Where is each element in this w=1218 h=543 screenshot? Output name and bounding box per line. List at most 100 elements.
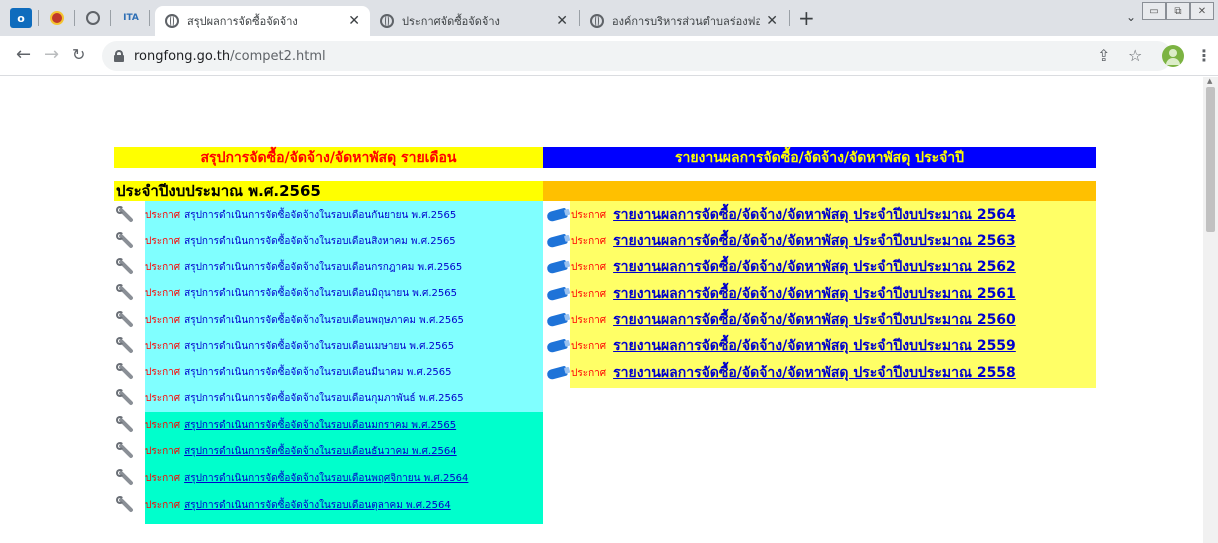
new-tab-button[interactable]: + bbox=[798, 8, 815, 28]
notice-tag: ประกาศ bbox=[571, 340, 607, 352]
wrench-icon bbox=[114, 494, 136, 516]
notice-tag: ประกาศ bbox=[571, 209, 607, 221]
annual-report-header: รายงานผลการจัดซื้อ/จัดจ้าง/จัดหาพัสดุ ปร… bbox=[543, 147, 1096, 168]
pen-icon bbox=[546, 259, 568, 275]
annual-header-bar bbox=[543, 181, 1096, 201]
notice-tag: ประกาศ bbox=[145, 209, 181, 221]
wrench-icon bbox=[114, 256, 136, 278]
close-icon[interactable]: ✕ bbox=[766, 13, 778, 29]
monthly-link[interactable]: สรุปการดำเนินการจัดซื้อจัดจ้างในรอบเดือน… bbox=[184, 498, 451, 513]
share-icon[interactable]: ⇪ bbox=[1097, 46, 1110, 65]
tab-title: องค์การบริหารส่วนตำบลร่องฟอง(ข่าวอ bbox=[612, 15, 761, 28]
tab-procurement-notice[interactable]: ประกาศจัดซื้อจัดจ้าง ✕ bbox=[370, 6, 578, 36]
monthly-link[interactable]: สรุปการดำเนินการจัดซื้อจัดจ้างในรอบเดือน… bbox=[184, 418, 456, 433]
monthly-item[interactable]: ประกาศ สรุปการดำเนินการจัดซื้อจัดจ้างในรอ… bbox=[114, 254, 462, 280]
seal-icon[interactable] bbox=[46, 8, 68, 28]
pen-icon bbox=[546, 338, 568, 354]
back-icon[interactable]: ← bbox=[16, 46, 31, 64]
tab-sao-news[interactable]: องค์การบริหารส่วนตำบลร่องฟอง(ข่าวอ ✕ bbox=[580, 6, 788, 36]
monthly-link[interactable]: สรุปการดำเนินการจัดซื้อจัดจ้างในรอบเดือน… bbox=[184, 391, 463, 406]
forward-icon[interactable]: → bbox=[44, 46, 59, 64]
annual-report-link[interactable]: รายงานผลการจัดซื้อ/จัดจ้าง/จัดหาพัสดุ ปร… bbox=[613, 230, 1016, 252]
maximize-icon[interactable]: ⧉ bbox=[1166, 2, 1190, 20]
tab-search-chevron-icon[interactable]: ⌄ bbox=[1126, 10, 1136, 24]
annual-report-link[interactable]: รายงานผลการจัดซื้อ/จัดจ้าง/จัดหาพัสดุ ปร… bbox=[613, 283, 1016, 305]
annual-report-link[interactable]: รายงานผลการจัดซื้อ/จัดจ้าง/จัดหาพัสดุ ปร… bbox=[613, 362, 1016, 384]
ita-tab-icon[interactable]: ITA bbox=[120, 8, 142, 28]
pen-icon bbox=[546, 286, 568, 302]
monthly-link[interactable]: สรุปการดำเนินการจัดซื้อจัดจ้างในรอบเดือน… bbox=[184, 365, 451, 380]
monthly-item[interactable]: ประกาศ สรุปการดำเนินการจัดซื้อจัดจ้างในรอ… bbox=[114, 202, 456, 228]
notice-tag: ประกาศ bbox=[145, 445, 181, 457]
tab-separator bbox=[110, 10, 111, 26]
notice-tag: ประกาศ bbox=[145, 472, 181, 484]
scroll-up-arrow-icon[interactable]: ▲ bbox=[1207, 77, 1212, 85]
menu-kebab-icon[interactable]: ⋮ bbox=[1196, 46, 1212, 65]
browser-toolbar: ← → ↻ rongfong.go.th/compet2.html ⇪ ☆ ⋮ bbox=[0, 36, 1218, 76]
annual-item[interactable]: ประกาศ รายงานผลการจัดซื้อ/จัดจ้าง/จัดหาพั… bbox=[546, 228, 1016, 254]
pen-icon bbox=[546, 312, 568, 328]
wrench-icon bbox=[114, 361, 136, 383]
minimize-icon[interactable]: ▭ bbox=[1142, 2, 1166, 20]
scrollbar-thumb[interactable] bbox=[1206, 87, 1215, 232]
notice-tag: ประกาศ bbox=[145, 366, 181, 378]
monthly-link[interactable]: สรุปการดำเนินการจัดซื้อจัดจ้างในรอบเดือน… bbox=[184, 208, 456, 223]
monthly-item[interactable]: ประกาศ สรุปการดำเนินการจัดซื้อจัดจ้างในรอ… bbox=[114, 465, 468, 491]
wrench-icon bbox=[114, 204, 136, 226]
wrench-icon bbox=[114, 335, 136, 357]
address-bar[interactable]: rongfong.go.th/compet2.html bbox=[102, 41, 1172, 71]
monthly-item[interactable]: ประกาศ สรุปการดำเนินการจัดซื้อจัดจ้างในรอ… bbox=[114, 228, 456, 254]
annual-item[interactable]: ประกาศ รายงานผลการจัดซื้อ/จัดจ้าง/จัดหาพั… bbox=[546, 254, 1016, 280]
monthly-item[interactable]: ประกาศ สรุปการดำเนินการจัดซื้อจัดจ้างในรอ… bbox=[114, 438, 457, 464]
tab-title: สรุปผลการจัดซื้อจัดจ้าง bbox=[187, 15, 298, 28]
globe-icon[interactable] bbox=[82, 8, 104, 28]
monthly-link[interactable]: สรุปการดำเนินการจัดซื้อจัดจ้างในรอบเดือน… bbox=[184, 260, 462, 275]
monthly-item[interactable]: ประกาศ สรุปการดำเนินการจัดซื้อจัดจ้างในรอ… bbox=[114, 280, 457, 306]
monthly-item[interactable]: ประกาศ สรุปการดำเนินการจัดซื้อจัดจ้างในรอ… bbox=[114, 333, 454, 359]
monthly-item[interactable]: ประกาศ สรุปการดำเนินการจัดซื้อจัดจ้างในรอ… bbox=[114, 412, 456, 438]
monthly-item[interactable]: ประกาศ สรุปการดำเนินการจัดซื้อจัดจ้างในรอ… bbox=[114, 359, 452, 385]
monthly-summary-header: สรุปการจัดซื้อ/จัดจ้าง/จัดหาพัสดุ รายเดื… bbox=[114, 147, 543, 168]
annual-report-link[interactable]: รายงานผลการจัดซื้อ/จัดจ้าง/จัดหาพัสดุ ปร… bbox=[613, 204, 1016, 226]
notice-tag: ประกาศ bbox=[571, 314, 607, 326]
notice-tag: ประกาศ bbox=[145, 419, 181, 431]
annual-item[interactable]: ประกาศ รายงานผลการจัดซื้อ/จัดจ้าง/จัดหาพั… bbox=[546, 333, 1016, 359]
wrench-icon bbox=[114, 467, 136, 489]
notice-tag: ประกาศ bbox=[145, 499, 181, 511]
tab-procurement-summary[interactable]: สรุปผลการจัดซื้อจัดจ้าง ✕ bbox=[155, 6, 370, 36]
annual-item[interactable]: ประกาศ รายงานผลการจัดซื้อ/จัดจ้าง/จัดหาพั… bbox=[546, 202, 1016, 228]
close-window-icon[interactable]: ✕ bbox=[1190, 2, 1214, 20]
globe-icon bbox=[380, 14, 394, 28]
fiscal-year-heading: ประจำปีงบประมาณ พ.ศ.2565 bbox=[114, 181, 543, 201]
bookmark-star-icon[interactable]: ☆ bbox=[1128, 46, 1142, 65]
vertical-scrollbar[interactable]: ▲ bbox=[1203, 77, 1218, 543]
monthly-item[interactable]: ประกาศ สรุปการดำเนินการจัดซื้อจัดจ้างในรอ… bbox=[114, 492, 451, 518]
wrench-icon bbox=[114, 282, 136, 304]
monthly-link[interactable]: สรุปการดำเนินการจัดซื้อจัดจ้างในรอบเดือน… bbox=[184, 234, 456, 249]
annual-report-link[interactable]: รายงานผลการจัดซื้อ/จัดจ้าง/จัดหาพัสดุ ปร… bbox=[613, 256, 1016, 278]
tab-separator bbox=[74, 10, 75, 26]
tab-separator bbox=[38, 10, 39, 26]
annual-report-link[interactable]: รายงานผลการจัดซื้อ/จัดจ้าง/จัดหาพัสดุ ปร… bbox=[613, 335, 1016, 357]
annual-report-link[interactable]: รายงานผลการจัดซื้อ/จัดจ้าง/จัดหาพัสดุ ปร… bbox=[613, 309, 1016, 331]
outlook-icon[interactable]: o bbox=[10, 8, 32, 28]
monthly-link[interactable]: สรุปการดำเนินการจัดซื้อจัดจ้างในรอบเดือน… bbox=[184, 313, 464, 328]
monthly-item[interactable]: ประกาศ สรุปการดำเนินการจัดซื้อจัดจ้างในรอ… bbox=[114, 385, 464, 411]
annual-item[interactable]: ประกาศ รายงานผลการจัดซื้อ/จัดจ้าง/จัดหาพั… bbox=[546, 360, 1016, 386]
close-icon[interactable]: ✕ bbox=[348, 13, 360, 29]
lock-icon[interactable] bbox=[114, 50, 124, 62]
wrench-icon bbox=[114, 387, 136, 409]
pen-icon bbox=[546, 233, 568, 249]
monthly-link[interactable]: สรุปการดำเนินการจัดซื้อจัดจ้างในรอบเดือน… bbox=[184, 444, 457, 459]
wrench-icon bbox=[114, 309, 136, 331]
monthly-link[interactable]: สรุปการดำเนินการจัดซื้อจัดจ้างในรอบเดือน… bbox=[184, 286, 457, 301]
profile-avatar[interactable] bbox=[1162, 45, 1184, 67]
annual-item[interactable]: ประกาศ รายงานผลการจัดซื้อ/จัดจ้าง/จัดหาพั… bbox=[546, 307, 1016, 333]
annual-item[interactable]: ประกาศ รายงานผลการจัดซื้อ/จัดจ้าง/จัดหาพั… bbox=[546, 281, 1016, 307]
monthly-link[interactable]: สรุปการดำเนินการจัดซื้อจัดจ้างในรอบเดือน… bbox=[184, 471, 468, 486]
monthly-link[interactable]: สรุปการดำเนินการจัดซื้อจัดจ้างในรอบเดือน… bbox=[184, 339, 454, 354]
tab-title: ประกาศจัดซื้อจัดจ้าง bbox=[402, 15, 500, 28]
reload-icon[interactable]: ↻ bbox=[72, 46, 85, 64]
monthly-item[interactable]: ประกาศ สรุปการดำเนินการจัดซื้อจัดจ้างในรอ… bbox=[114, 307, 464, 333]
close-icon[interactable]: ✕ bbox=[556, 13, 568, 29]
